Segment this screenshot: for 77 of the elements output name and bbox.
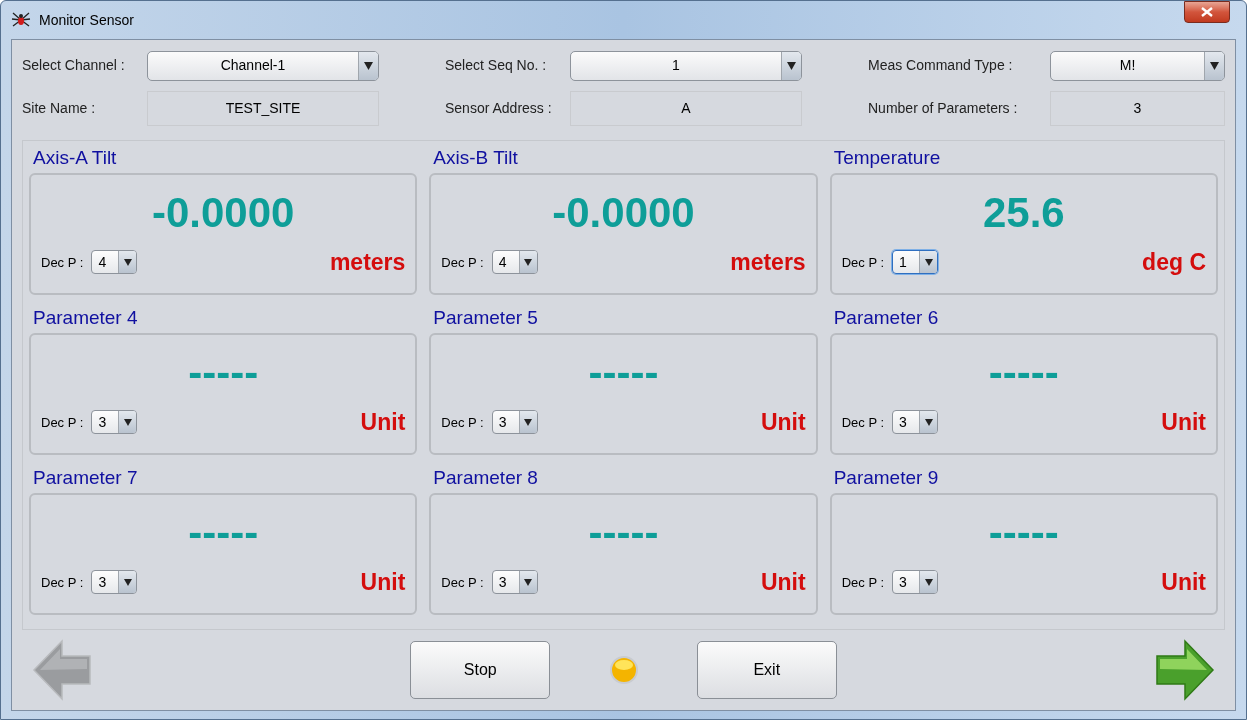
decimal-dropdown[interactable]: 3 — [91, 570, 138, 595]
decimal-label: Dec P : — [441, 573, 484, 592]
readout-field: A — [570, 91, 802, 126]
parameter-title: Axis-B Tilt — [432, 146, 519, 170]
decimal-dropdown[interactable]: 4 — [491, 250, 538, 275]
parameter-title: Parameter 6 — [832, 306, 940, 330]
reading-value: ----- — [987, 348, 1060, 398]
dropdown[interactable]: Channel-1 — [147, 50, 379, 81]
reading-value: ----- — [587, 508, 660, 558]
readout-field: 3 — [1050, 91, 1225, 126]
reading-value: 25.6 — [981, 188, 1066, 238]
unit-label: Unit — [1161, 408, 1206, 437]
dropdown-arrow-icon — [524, 578, 533, 586]
parameter-title: Axis-A Tilt — [32, 146, 118, 170]
dropdown-arrow-icon — [924, 578, 933, 586]
decimal-dropdown[interactable]: 3 — [892, 570, 939, 595]
decimal-label: Dec P : — [441, 253, 484, 272]
decimal-label: Dec P : — [41, 253, 84, 272]
dropdown-arrow-icon — [524, 258, 533, 266]
reading-value: ----- — [587, 348, 660, 398]
unit-label: Unit — [760, 408, 806, 437]
decimal-label: Dec P : — [41, 413, 84, 432]
reading-value: -0.0000 — [551, 188, 696, 238]
window-title: Monitor Sensor — [39, 10, 134, 30]
decimal-dropdown[interactable]: 1 — [892, 250, 939, 275]
field-label: Site Name : — [22, 99, 97, 118]
unit-label: Unit — [360, 568, 406, 597]
close-icon — [1201, 7, 1213, 17]
decimal-label: Dec P : — [41, 573, 84, 592]
decimal-dropdown[interactable]: 3 — [91, 410, 138, 435]
dropdown-arrow-icon — [924, 418, 933, 426]
reading-value: ----- — [187, 348, 260, 398]
spider-icon — [11, 11, 31, 29]
decimal-dropdown[interactable]: 3 — [491, 570, 538, 595]
dropdown-arrow-icon — [524, 418, 533, 426]
decimal-label: Dec P : — [841, 413, 885, 432]
unit-label: meters — [329, 248, 406, 277]
dropdown[interactable]: 1 — [570, 50, 802, 81]
decimal-label: Dec P : — [841, 253, 885, 272]
exit-button[interactable]: Exit — [696, 641, 837, 699]
dropdown-arrow-icon — [787, 61, 796, 70]
dropdown[interactable]: M! — [1050, 50, 1225, 81]
parameter-title: Temperature — [832, 146, 942, 170]
parameter-title: Parameter 5 — [432, 306, 539, 330]
parameter-title: Parameter 7 — [32, 466, 139, 490]
reading-value: ----- — [987, 508, 1060, 558]
reading-value: ----- — [187, 508, 260, 558]
parameter-title: Parameter 8 — [432, 466, 539, 490]
dropdown-arrow-icon — [123, 418, 132, 426]
readout-field: TEST_SITE — [147, 91, 379, 126]
reading-value: -0.0000 — [150, 188, 296, 238]
close-button[interactable] — [1184, 1, 1230, 23]
dropdown-arrow-icon — [1210, 61, 1219, 70]
decimal-label: Dec P : — [841, 573, 885, 592]
field-label: Select Channel : — [22, 56, 126, 75]
dropdown-arrow-icon — [924, 258, 933, 266]
stop-button[interactable]: Stop — [410, 641, 551, 699]
field-label: Meas Command Type : — [868, 56, 1014, 75]
field-label: Sensor Address : — [445, 99, 553, 118]
dropdown-arrow-icon — [123, 578, 132, 586]
status-led-icon — [608, 655, 639, 685]
dropdown-arrow-icon — [123, 258, 132, 266]
forward-arrow-icon[interactable] — [1156, 639, 1215, 701]
field-label: Number of Parameters : — [868, 99, 1019, 118]
decimal-label: Dec P : — [441, 413, 484, 432]
dropdown-arrow-icon — [364, 61, 373, 70]
decimal-dropdown[interactable]: 4 — [91, 250, 138, 275]
unit-label: Unit — [1161, 568, 1206, 597]
unit-label: meters — [730, 248, 806, 277]
unit-label: deg C — [1142, 248, 1206, 277]
unit-label: Unit — [360, 408, 406, 437]
decimal-dropdown[interactable]: 3 — [491, 410, 538, 435]
parameter-title: Parameter 9 — [832, 466, 940, 490]
field-label: Select Seq No. : — [445, 56, 548, 75]
parameter-title: Parameter 4 — [32, 306, 139, 330]
unit-label: Unit — [760, 568, 806, 597]
decimal-dropdown[interactable]: 3 — [892, 410, 939, 435]
